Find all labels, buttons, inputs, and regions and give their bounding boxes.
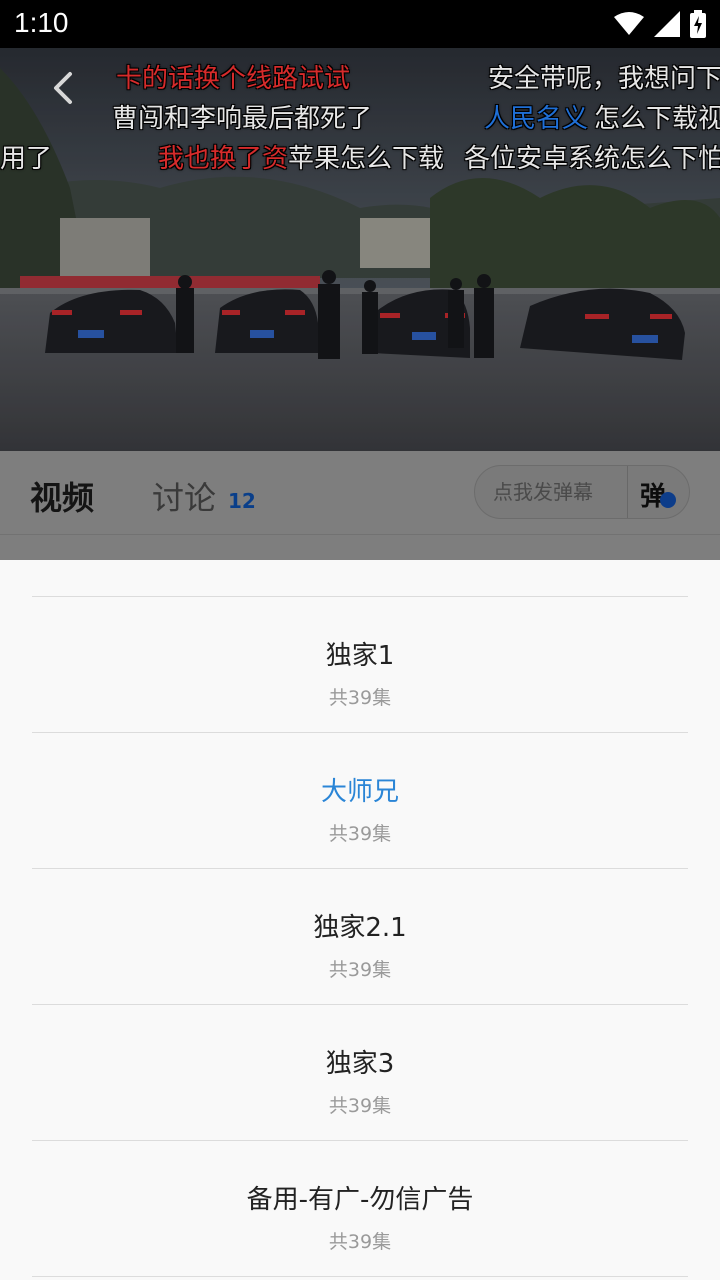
source-selection-sheet: 独家1 共39集 大师兄 共39集 独家2.1 共39集 独家3 共39集 备用… xyxy=(0,560,720,1280)
danmaku-comment: 苹果怎么下载 xyxy=(288,144,445,174)
source-item[interactable]: 备用-有广-勿信广告 共39集 xyxy=(32,1141,688,1276)
source-item[interactable]: 独家3 共39集 xyxy=(32,1005,688,1140)
dimmed-background xyxy=(0,534,720,560)
episode-count: 共39集 xyxy=(328,1095,392,1117)
video-player[interactable]: 卡的话换个线路试试 安全带呢，我想问下 曹闯和李响最后都死了 人民名义 怎么下载… xyxy=(0,48,720,451)
status-time: 1:10 xyxy=(14,7,69,38)
source-name: 备用-有广-勿信广告 xyxy=(246,1185,474,1215)
check-icon xyxy=(660,492,676,508)
cell-signal-icon xyxy=(654,11,680,37)
episode-count: 共39集 xyxy=(328,687,392,709)
source-item[interactable]: 独家1 共39集 xyxy=(32,597,688,732)
tab-bar: 视频 讨论 12 弹 xyxy=(0,451,720,534)
danmaku-toggle-button[interactable]: 弹 xyxy=(627,466,689,518)
danmaku-input[interactable] xyxy=(475,466,627,518)
danmaku-comment: 安全带呢，我想问下 xyxy=(488,64,720,94)
danmaku-comment: 怎么下载视 xyxy=(594,104,720,134)
battery-charging-icon xyxy=(690,10,706,38)
danmaku-comment: 卡的话换个线路试试 xyxy=(116,64,351,94)
source-name: 大师兄 xyxy=(320,777,399,807)
danmaku-comment: 我也换了资 xyxy=(158,144,289,174)
back-arrow-icon[interactable] xyxy=(44,68,84,108)
danmaku-comment: 用了 xyxy=(0,144,53,174)
danmaku-comment: 人民名义 xyxy=(484,104,589,134)
episode-count: 共39集 xyxy=(328,1231,392,1253)
source-name: 独家1 xyxy=(325,641,395,671)
danmaku-input-box: 弹 xyxy=(474,465,690,519)
tab-video[interactable]: 视频 xyxy=(30,473,94,519)
source-name: 独家3 xyxy=(325,1049,395,1079)
source-item[interactable]: 独家2.1 共39集 xyxy=(32,869,688,1004)
tab-discussion[interactable]: 讨论 xyxy=(152,473,216,519)
danmaku-comment: 曹闯和李响最后都死了 xyxy=(112,104,373,134)
status-bar: 1:10 xyxy=(0,0,720,48)
divider xyxy=(32,1276,688,1277)
episode-count: 共39集 xyxy=(328,823,392,845)
source-item-selected[interactable]: 大师兄 共39集 xyxy=(32,733,688,868)
episode-count: 共39集 xyxy=(328,959,392,981)
wifi-icon xyxy=(614,12,644,35)
source-name: 独家2.1 xyxy=(313,913,407,943)
danmaku-comment: 各位安卓系统怎么下怕 xyxy=(464,144,720,174)
status-icons xyxy=(614,10,706,38)
discussion-count-badge: 12 xyxy=(228,489,256,513)
